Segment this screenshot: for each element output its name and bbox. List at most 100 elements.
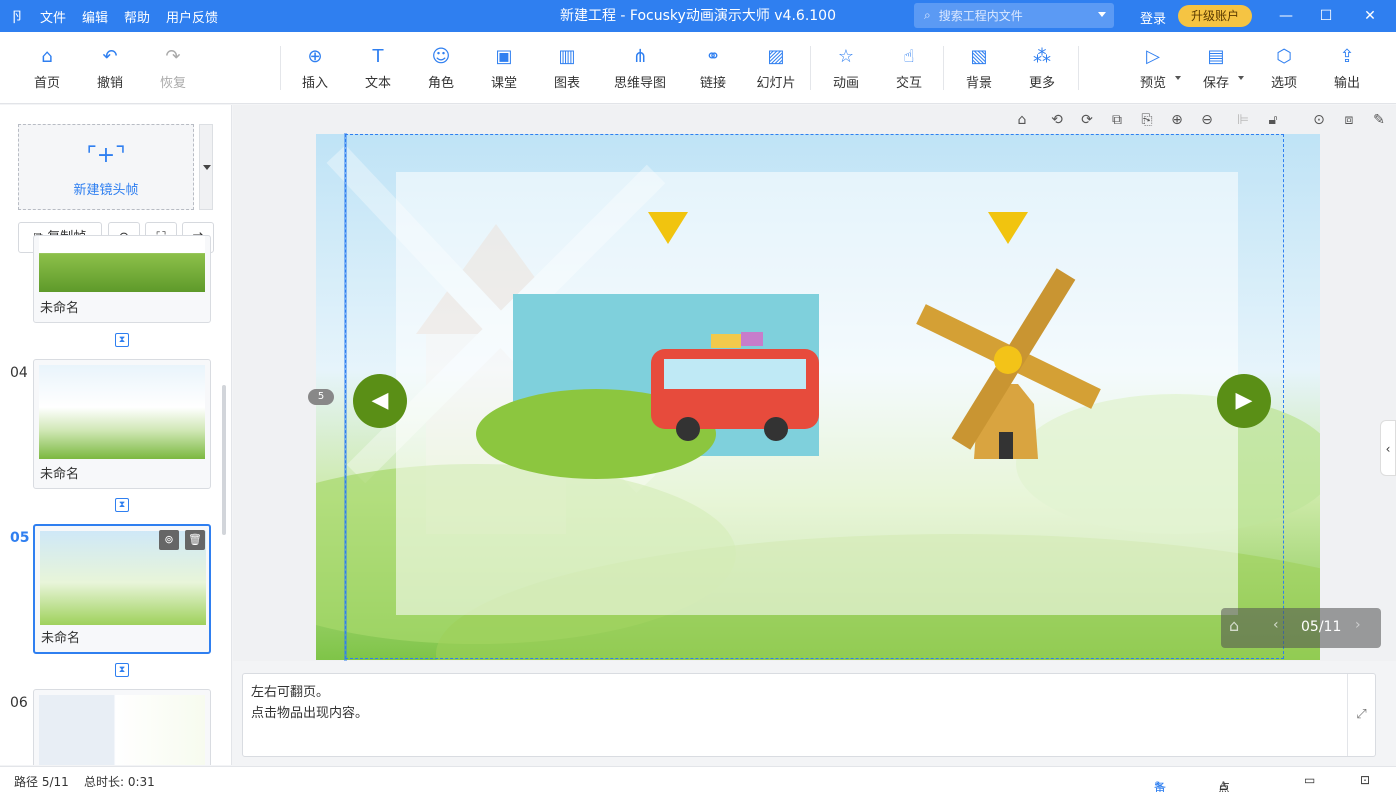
insert-button[interactable]: ⊕ 插入	[285, 46, 345, 91]
next-icon[interactable]: ›	[1355, 617, 1361, 633]
undo-icon: ↶	[102, 46, 118, 67]
transition-icon[interactable]: ⧗	[115, 333, 129, 347]
preview-button[interactable]: ▷ 预览	[1123, 46, 1183, 91]
folder-icon[interactable]: ⊡	[1360, 773, 1370, 787]
toolbar-divider	[1078, 46, 1079, 90]
background-button[interactable]: ▧ 背景	[949, 46, 1009, 91]
zoom-out-icon[interactable]: ⊖	[1197, 110, 1217, 130]
options-button[interactable]: ⬡ 选项	[1254, 46, 1314, 91]
frame-label: 未命名	[41, 631, 81, 646]
page-counter: 05/11	[1301, 619, 1342, 635]
frame-thumbnail	[40, 531, 206, 625]
undo-button[interactable]: ↶ 撤销	[80, 46, 140, 91]
frame-item-05[interactable]: ⊚ 🗑 未命名	[33, 524, 211, 654]
classroom-icon: ▣	[495, 46, 513, 67]
frame-thumbnail	[39, 695, 205, 765]
status-bar: 路径 5/11 总时长: 0:31 ✎ 备注 ♙ 点名 ▭ ⊡	[0, 766, 1396, 792]
prev-icon[interactable]: ‹	[1273, 617, 1279, 633]
zoom-in-icon[interactable]: ⊕	[1167, 110, 1187, 130]
layers-icon[interactable]: ⧈	[1339, 110, 1359, 130]
home-button[interactable]: ⌂ 首页	[17, 46, 77, 91]
transition-icon[interactable]: ⧗	[115, 663, 129, 677]
copy-icon[interactable]: ⧉	[1107, 110, 1127, 130]
menu-feedback[interactable]: 用户反馈	[166, 7, 218, 26]
menu-bar: 文件 编辑 帮助 用户反馈	[40, 0, 218, 32]
interaction-button[interactable]: ☝ 交互	[879, 46, 939, 91]
frame-item-03[interactable]: 未命名	[33, 235, 211, 323]
transition-icon[interactable]: ⧗	[115, 498, 129, 512]
character-button[interactable]: ☺ 角色	[411, 46, 471, 91]
new-frame-button[interactable]: ⌜+⌝ 新建镜头帧	[18, 124, 194, 210]
save-dropdown-icon[interactable]	[1238, 76, 1244, 80]
mindmap-icon: ⋔	[632, 46, 648, 67]
chart-button[interactable]: ▥ 图表	[537, 46, 597, 91]
save-button[interactable]: ▤ 保存	[1186, 46, 1246, 91]
new-frame-dropdown[interactable]	[199, 124, 213, 210]
edit-icon[interactable]: ✎	[1369, 110, 1389, 130]
link-button[interactable]: ⚭ 链接	[683, 46, 743, 91]
home-icon[interactable]: ⌂	[1229, 616, 1239, 635]
upgrade-button[interactable]: 升级账户	[1178, 5, 1252, 27]
delete-icon[interactable]: 🗑	[185, 530, 205, 550]
menu-file[interactable]: 文件	[40, 7, 66, 26]
preview-dropdown-icon[interactable]	[1175, 76, 1181, 80]
notes-line: 点击物品出现内容。	[251, 706, 369, 721]
notes-line: 左右可翻页。	[251, 685, 330, 700]
login-link[interactable]: 登录	[1140, 8, 1166, 27]
screenshot-icon[interactable]: ⊙	[1309, 110, 1329, 130]
path-count: 路径 5/11	[14, 775, 69, 789]
export-icon: ⇪	[1339, 46, 1355, 67]
frame-selection-box[interactable]	[344, 133, 1284, 661]
menu-edit[interactable]: 编辑	[82, 7, 108, 26]
canvas-home-icon[interactable]: ⌂	[1012, 110, 1032, 130]
total-duration: 总时长: 0:31	[84, 775, 155, 789]
preview-icon: ▷	[1146, 46, 1160, 67]
home-icon: ⌂	[41, 46, 53, 67]
frame-item-06[interactable]	[33, 689, 211, 765]
screen-icon[interactable]: ▭	[1304, 773, 1315, 787]
search-icon: ⌕	[924, 8, 931, 22]
notes-panel[interactable]: 左右可翻页。 点击物品出现内容。 ⤢	[242, 673, 1376, 757]
paste-icon[interactable]: ⎘	[1137, 110, 1157, 130]
animation-button[interactable]: ☆ 动画	[816, 46, 876, 91]
menu-help[interactable]: 帮助	[124, 7, 150, 26]
more-button[interactable]: ⁂ 更多	[1012, 46, 1072, 91]
main-toolbar: ⌂ 首页 ↶ 撤销 ↷ 恢复 ⊕ 插入 T 文本 ☺ 角色 ▣ 课堂 ▥ 图表 ⋔ 思维导图 ⚭ 链…	[0, 32, 1396, 104]
new-frame-label: 新建镜头帧	[73, 183, 139, 198]
expand-right-panel-icon[interactable]: ‹	[1380, 420, 1396, 476]
mindmap-button[interactable]: ⋔ 思维导图	[606, 46, 674, 91]
text-icon: T	[372, 46, 384, 67]
slides-button[interactable]: ▨ 幻灯片	[746, 46, 806, 91]
sidebar-scrollbar[interactable]	[222, 385, 226, 535]
expand-notes-icon[interactable]: ⤢	[1347, 674, 1375, 756]
frame-label: 未命名	[40, 467, 80, 482]
lock-icon[interactable]: 🔓︎	[1263, 110, 1283, 130]
rotate-right-icon[interactable]: ⟳	[1077, 110, 1097, 130]
frame-settings-icon[interactable]: ⊚	[159, 530, 179, 550]
close-icon[interactable]: ✕	[1350, 0, 1390, 32]
frame-number: 05	[10, 530, 30, 546]
minimize-icon[interactable]: —	[1266, 0, 1306, 32]
frame-item-04[interactable]: 未命名	[33, 359, 211, 489]
frame-thumbnail	[39, 365, 205, 459]
star-icon: ☆	[837, 46, 855, 67]
chart-icon: ▥	[558, 46, 576, 67]
search-dropdown-icon[interactable]	[1098, 12, 1106, 17]
prev-page-button[interactable]: ◀	[353, 374, 407, 428]
rotate-left-icon[interactable]: ⟲	[1047, 110, 1067, 130]
classroom-button[interactable]: ▣ 课堂	[474, 46, 534, 91]
page-navigator: ⌂ ‹ 05/11 ›	[1221, 608, 1381, 648]
frame-number: 04	[10, 365, 28, 381]
options-icon: ⬡	[1276, 46, 1292, 67]
search-input[interactable]: ⌕ 搜索工程内文件	[914, 3, 1114, 28]
frame-badge[interactable]: 5	[308, 389, 334, 405]
redo-button[interactable]: ↷ 恢复	[143, 46, 203, 91]
toolbar-divider	[280, 46, 281, 90]
align-icon[interactable]: ⊫	[1233, 110, 1253, 130]
maximize-icon[interactable]: ☐	[1306, 0, 1346, 32]
frame-sidebar: ⌜+⌝ 新建镜头帧 ⧉ 复制帧 ⊙ ⛶ ⇄ 未命名 ⧗ 04 未命名 ⧗ 05 …	[0, 105, 232, 765]
next-page-button[interactable]: ▶	[1217, 374, 1271, 428]
frame-label: 未命名	[40, 301, 80, 316]
export-button[interactable]: ⇪ 输出	[1317, 46, 1377, 91]
text-button[interactable]: T 文本	[348, 46, 408, 91]
